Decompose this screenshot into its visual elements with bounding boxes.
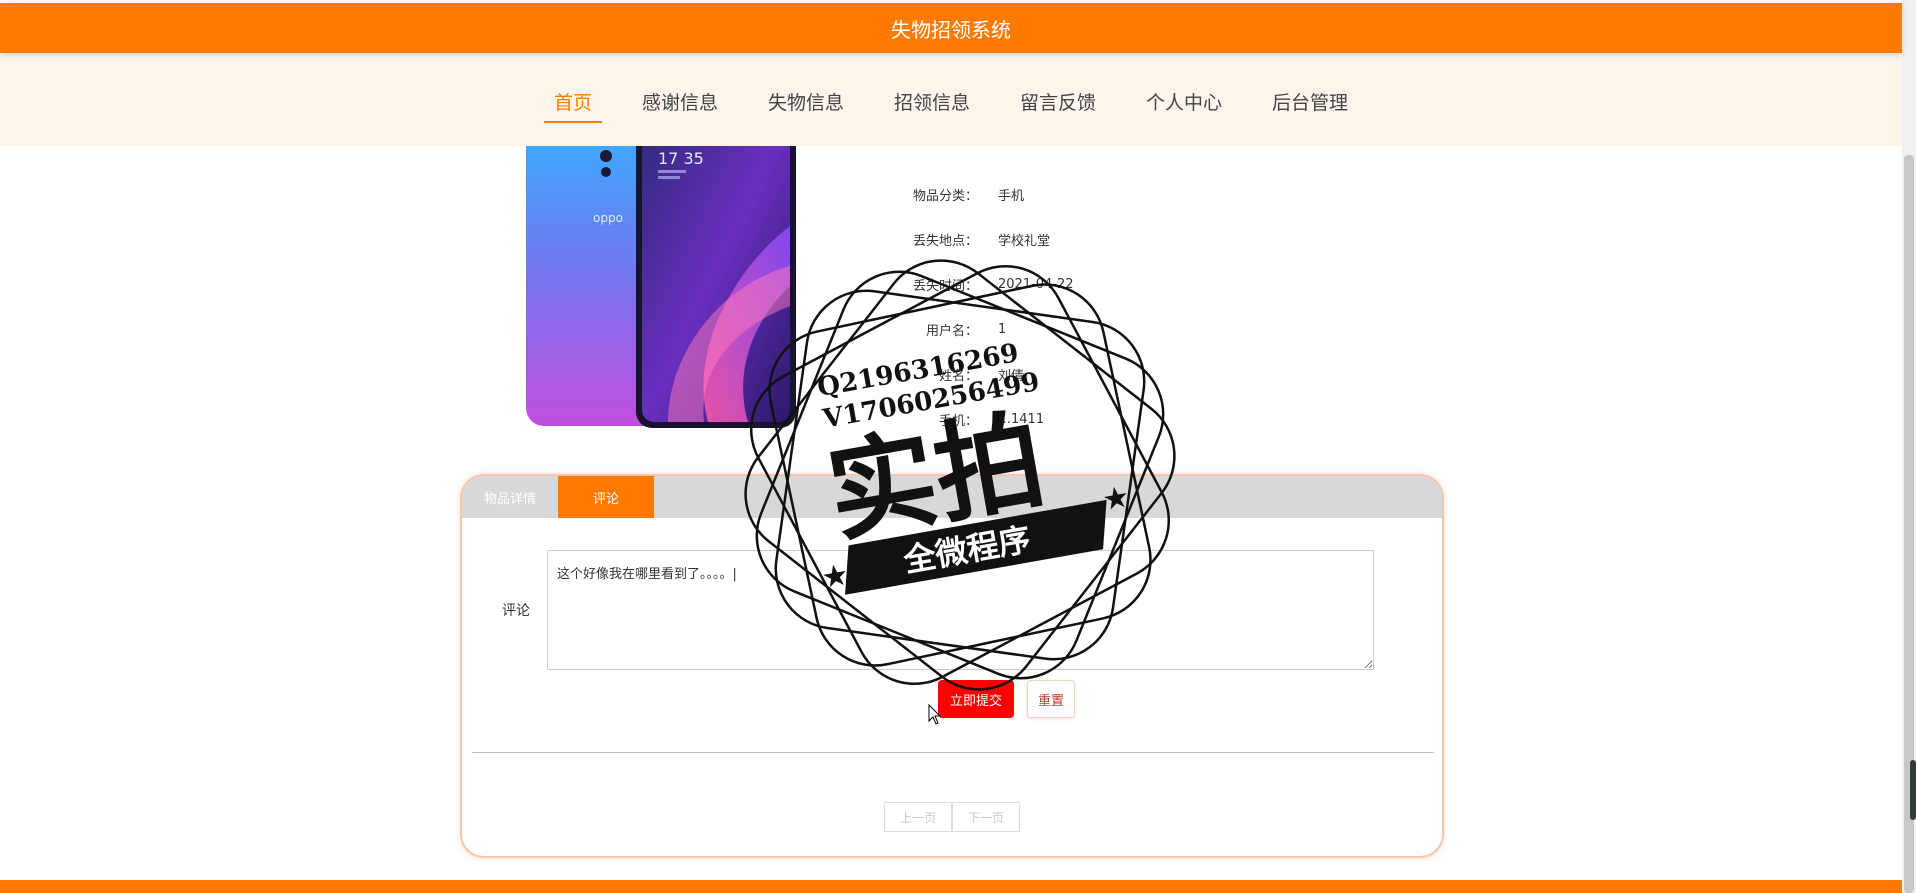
tab-item-details[interactable]: 物品详情 — [462, 476, 558, 518]
info-value: 刘倩 — [998, 369, 1025, 384]
info-row: 手机： …1411 — [880, 397, 1074, 442]
info-label: 姓名： — [938, 369, 978, 384]
brand-text: oppo — [593, 211, 623, 225]
comment-label: 评论 — [502, 603, 530, 619]
reset-button[interactable]: 重置 — [1027, 680, 1075, 718]
tab-bar: 物品详情 评论 — [462, 476, 1442, 518]
info-label: 丢失地点： — [912, 234, 978, 249]
main-nav: 首页 感谢信息 失物信息 招领信息 留言反馈 个人中心 后台管理 — [0, 53, 1902, 146]
nav-item-profile[interactable]: 个人中心 — [1136, 82, 1232, 123]
comment-input[interactable]: 这个好像我在哪里看到了。。。。| — [547, 550, 1374, 670]
info-value: 学校礼堂 — [998, 234, 1051, 249]
item-info: 物品分类： 手机 丢失地点： 学校礼堂 丢失时间： 2021-04-22 用户名… — [880, 172, 1074, 442]
info-label: 用户名： — [925, 324, 978, 339]
divider — [472, 752, 1434, 753]
nav-item-home[interactable]: 首页 — [543, 82, 602, 123]
next-page-button[interactable]: 下一页 — [952, 802, 1020, 832]
submit-button[interactable]: 立即提交 — [938, 680, 1014, 718]
nav-item-admin[interactable]: 后台管理 — [1262, 82, 1358, 123]
nav-item-thanks[interactable]: 感谢信息 — [632, 82, 728, 123]
info-row: 丢失地点： 学校礼堂 — [880, 217, 1074, 262]
info-row: 用户名： 1 — [880, 307, 1074, 352]
footer-bar — [0, 880, 1902, 893]
app-title: 失物招领系统 — [891, 17, 1011, 42]
info-row: 丢失时间： 2021-04-22 — [880, 262, 1074, 307]
nav-item-lost-items[interactable]: 失物信息 — [758, 82, 854, 123]
info-value: 2021-04-22 — [998, 277, 1074, 292]
info-row: 姓名： 刘倩 — [880, 352, 1074, 397]
mouse-cursor-icon — [928, 704, 942, 725]
nav-item-feedback[interactable]: 留言反馈 — [1010, 82, 1106, 123]
scrollbar-marker — [1910, 760, 1916, 820]
phone-clock: 17 35 — [658, 149, 704, 168]
app-header: 失物招领系统 — [0, 3, 1902, 53]
product-image: oppo 17 35 — [518, 146, 818, 436]
tab-comments[interactable]: 评论 — [558, 476, 654, 518]
scrollbar[interactable] — [1902, 0, 1916, 893]
info-row: 物品分类： 手机 — [880, 172, 1074, 217]
page: 失物招领系统 首页 感谢信息 失物信息 招领信息 留言反馈 个人中心 后台管理 — [0, 0, 1916, 893]
info-label: 丢失时间： — [912, 279, 978, 294]
info-value: 手机 — [998, 189, 1025, 204]
phone-illustration: oppo 17 35 — [526, 146, 796, 428]
pagination: 上一页 下一页 — [884, 802, 1020, 832]
prev-page-button[interactable]: 上一页 — [884, 802, 952, 832]
info-label: 手机： — [938, 414, 978, 429]
detail-panel: 物品详情 评论 评论 这个好像我在哪里看到了。。。。| 立即提交 重置 上一页 … — [460, 474, 1444, 858]
nav-item-found-items[interactable]: 招领信息 — [884, 82, 980, 123]
info-value: …1411 — [998, 412, 1045, 427]
info-label: 物品分类： — [912, 189, 978, 204]
info-value: 1 — [998, 322, 1007, 337]
